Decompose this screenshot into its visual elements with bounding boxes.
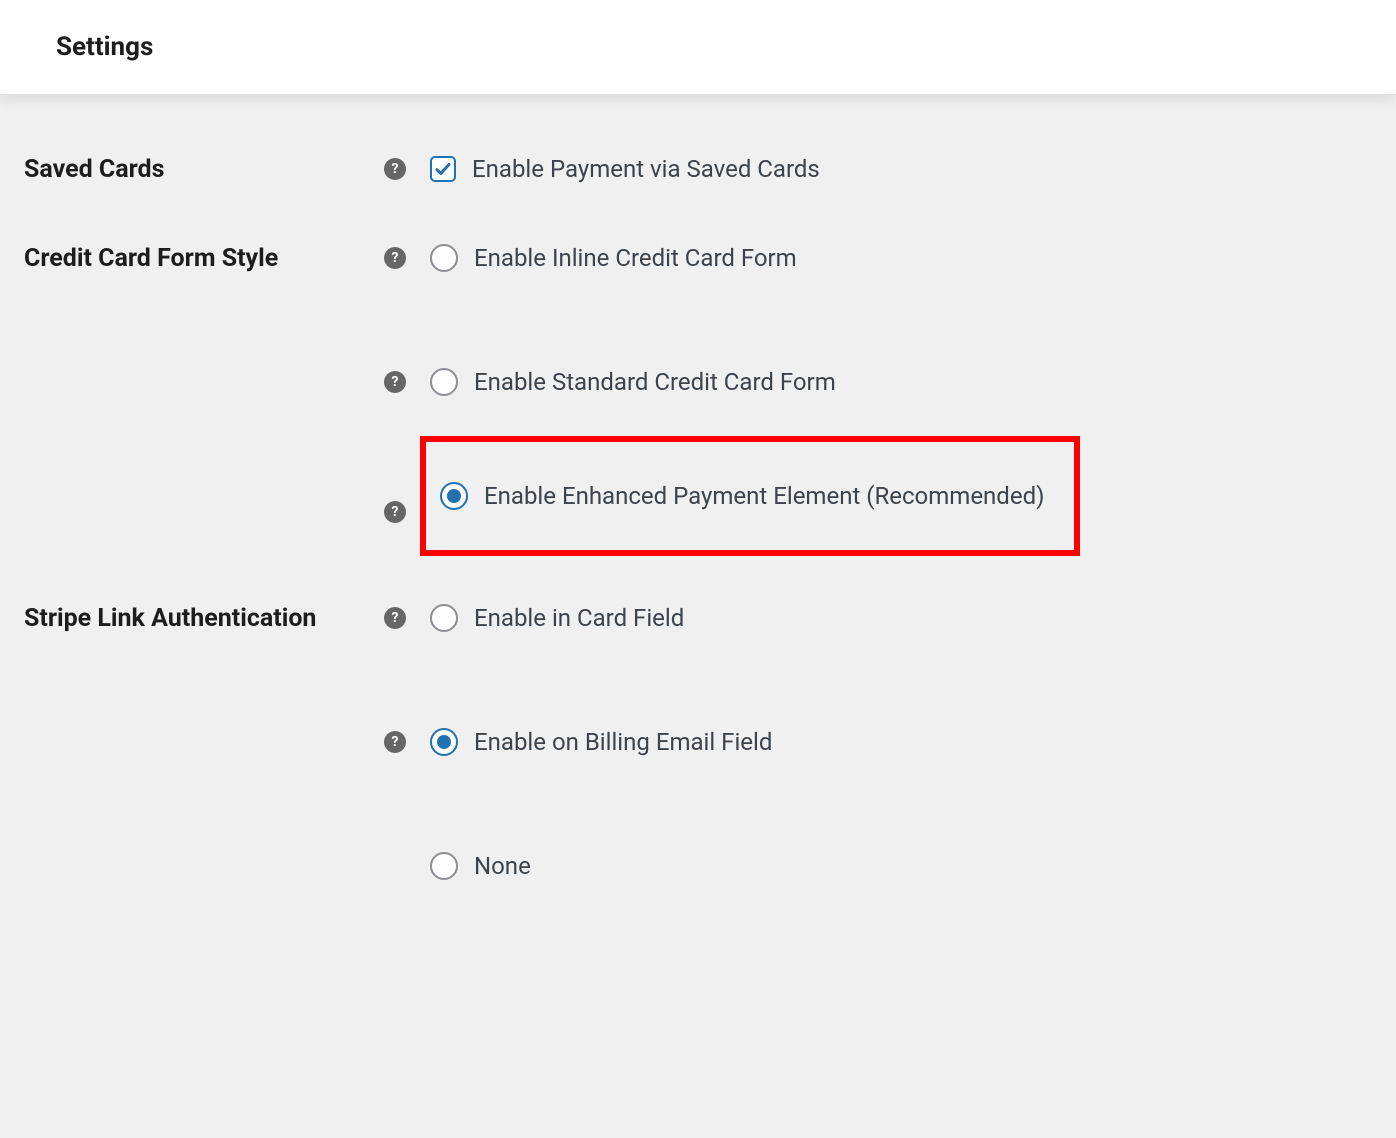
- credit-card-form-style-section: Credit Card Form Style ? Enable Inline C…: [24, 244, 1372, 588]
- option-row: ? Enable in Card Field: [384, 604, 1372, 632]
- label-column: Credit Card Form Style: [24, 244, 384, 273]
- help-icon[interactable]: ?: [384, 247, 406, 269]
- label-column: Stripe Link Authentication: [24, 604, 384, 633]
- radio-inner: [447, 489, 461, 503]
- billing-email-text: Enable on Billing Email Field: [474, 728, 772, 756]
- page-title: Settings: [56, 32, 1340, 62]
- enhanced-payment-radio[interactable]: [440, 482, 468, 510]
- option-row: ? Enable Inline Credit Card Form: [384, 244, 1372, 272]
- help-icon[interactable]: ?: [384, 607, 406, 629]
- saved-cards-option-text: Enable Payment via Saved Cards: [472, 155, 820, 183]
- saved-cards-section: Saved Cards ? Enable Payment via Saved C…: [24, 155, 1372, 184]
- option-row: ? Enable on Billing Email Field: [384, 728, 1372, 756]
- settings-content: Saved Cards ? Enable Payment via Saved C…: [0, 95, 1396, 904]
- help-icon-spacer: [384, 855, 406, 877]
- inline-form-radio[interactable]: [430, 244, 458, 272]
- inline-form-text: Enable Inline Credit Card Form: [474, 244, 797, 272]
- options-column: ? Enable in Card Field ? Enable on Billi…: [384, 604, 1372, 880]
- credit-card-form-style-label: Credit Card Form Style: [24, 244, 278, 273]
- enhanced-payment-text: Enable Enhanced Payment Element (Recomme…: [484, 482, 1044, 510]
- standard-form-radio[interactable]: [430, 368, 458, 396]
- help-icon[interactable]: ?: [384, 158, 406, 180]
- none-radio[interactable]: [430, 852, 458, 880]
- help-icon[interactable]: ?: [384, 731, 406, 753]
- option-row: ? Enable Standard Credit Card Form: [384, 368, 1372, 396]
- label-column: Saved Cards: [24, 155, 384, 184]
- stripe-link-section: Stripe Link Authentication ? Enable in C…: [24, 604, 1372, 880]
- saved-cards-checkbox[interactable]: [430, 156, 456, 182]
- options-column: ? Enable Inline Credit Card Form ? Enabl…: [384, 244, 1372, 588]
- saved-cards-label: Saved Cards: [24, 155, 164, 184]
- card-field-text: Enable in Card Field: [474, 604, 684, 632]
- none-text: None: [474, 852, 531, 880]
- standard-form-text: Enable Standard Credit Card Form: [474, 368, 836, 396]
- check-icon: [434, 160, 452, 178]
- stripe-link-label: Stripe Link Authentication: [24, 604, 316, 633]
- help-icon[interactable]: ?: [384, 501, 406, 523]
- highlight-wrapper: ? Enable Enhanced Payment Element (Recom…: [430, 436, 1372, 588]
- highlight-box: Enable Enhanced Payment Element (Recomme…: [420, 436, 1080, 556]
- billing-email-radio[interactable]: [430, 728, 458, 756]
- option-row: ? Enable Payment via Saved Cards: [384, 155, 1372, 183]
- help-icon[interactable]: ?: [384, 371, 406, 393]
- settings-header: Settings: [0, 0, 1396, 95]
- card-field-radio[interactable]: [430, 604, 458, 632]
- option-row: None: [384, 852, 1372, 880]
- radio-inner: [437, 735, 451, 749]
- options-column: ? Enable Payment via Saved Cards: [384, 155, 1372, 183]
